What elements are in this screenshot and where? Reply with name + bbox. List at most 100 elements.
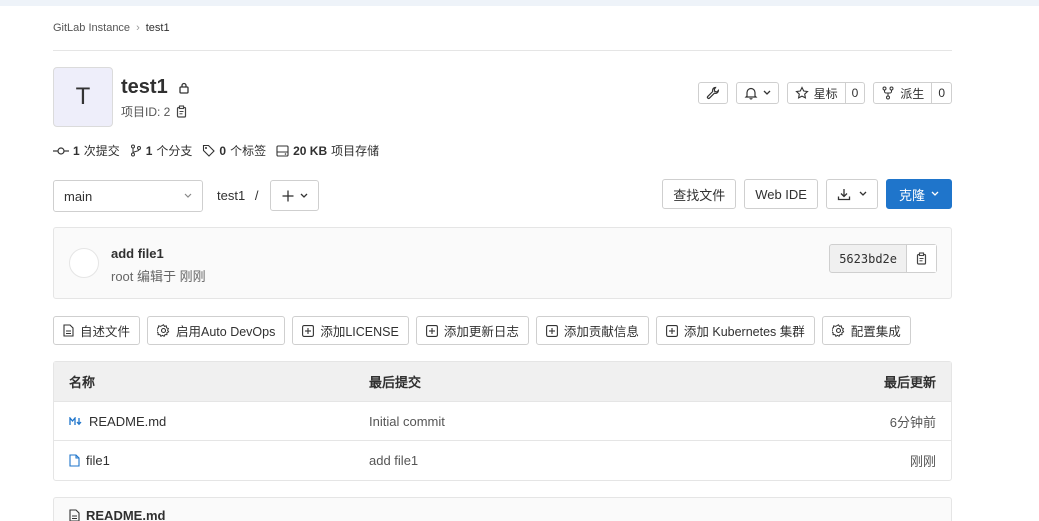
add-license-button[interactable]: 添加LICENSE	[292, 316, 409, 345]
clone-label: 克隆	[898, 187, 925, 203]
commit-sha[interactable]: 5623bd2e	[830, 245, 906, 272]
tags-count: 0	[219, 143, 227, 158]
quick-action-label: 添加 Kubernetes 集群	[683, 325, 805, 339]
header-name: 名称	[69, 375, 96, 390]
gear-icon	[157, 324, 170, 337]
web-ide-button[interactable]: Web IDE	[744, 179, 818, 209]
row-commit-message[interactable]: Initial commit	[354, 414, 754, 429]
commits-stat[interactable]: 1 次提交	[53, 142, 120, 159]
download-button[interactable]	[825, 179, 878, 209]
markdown-icon	[69, 416, 83, 426]
header-buttons: 星标 0 派生 0	[697, 82, 952, 104]
quick-action-label: 启用Auto DevOps	[176, 325, 276, 339]
add-menu-button[interactable]	[270, 180, 319, 211]
breadcrumb: GitLab Instance › test1	[53, 22, 170, 34]
chevron-down-icon	[859, 191, 867, 197]
settings-button[interactable]	[697, 82, 728, 104]
file-table: 名称 最后提交 最后更新 README.md Initial commit 6分…	[53, 361, 952, 481]
breadcrumb-current[interactable]: test1	[146, 22, 170, 34]
path-root[interactable]: test1	[217, 188, 245, 203]
divider	[53, 50, 952, 51]
storage-size: 20 KB	[293, 143, 328, 158]
project-id: 项目ID: 2	[121, 103, 188, 120]
quick-action-label: 添加贡献信息	[563, 325, 639, 339]
quick-action-label: 添加LICENSE	[320, 325, 399, 339]
breadcrumb-root[interactable]: GitLab Instance	[53, 22, 130, 34]
repo-toolbar: main test1 / 查找文件 Web IDE 克隆	[53, 179, 952, 212]
chevron-down-icon	[931, 191, 939, 197]
storage-stat[interactable]: 20 KB 项目存储	[276, 142, 379, 159]
disk-icon	[276, 144, 289, 157]
add-changelog-button[interactable]: 添加更新日志	[415, 316, 529, 345]
repo-path: test1 /	[217, 188, 258, 203]
commits-count: 1	[73, 143, 80, 158]
file-icon	[69, 454, 80, 467]
configure-integrations-button[interactable]: 配置集成	[821, 316, 911, 345]
commit-sha-group: 5623bd2e	[829, 244, 937, 273]
gear-icon	[831, 324, 845, 337]
branch-selector[interactable]: main	[53, 180, 203, 212]
star-label: 星标	[813, 86, 838, 101]
top-bar	[0, 0, 1039, 6]
star-button[interactable]: 星标 0	[786, 82, 866, 104]
plus-icon	[282, 190, 294, 202]
project-id-label: 项目ID: 2	[121, 105, 171, 119]
quick-actions: 自述文件 启用Auto DevOps 添加LICENSE 添加更新日志 添加贡献…	[53, 316, 911, 345]
last-commit-panel: add file1 root 编辑于 刚刚 5623bd2e	[53, 227, 952, 299]
branch-icon	[130, 144, 142, 157]
table-row: file1 add file1 刚刚	[54, 441, 951, 480]
copy-icon[interactable]	[176, 105, 188, 118]
readme-panel: README.md	[53, 497, 952, 521]
fork-label: 派生	[900, 86, 925, 101]
clone-button[interactable]: 克隆	[885, 179, 952, 209]
readme-title-text: README.md	[86, 508, 166, 521]
project-name: test1	[121, 76, 168, 98]
branches-stat[interactable]: 1 个分支	[130, 142, 193, 159]
readme-title: README.md	[69, 508, 165, 521]
fork-icon	[881, 86, 895, 100]
file-name-link[interactable]: README.md	[89, 414, 166, 429]
wrench-icon	[706, 86, 720, 100]
star-icon	[794, 86, 809, 100]
add-readme-button[interactable]: 自述文件	[53, 316, 141, 345]
fork-button[interactable]: 派生 0	[873, 82, 952, 104]
notification-button[interactable]	[735, 82, 779, 104]
quick-action-label: 配置集成	[850, 325, 901, 339]
branch-name: main	[64, 188, 93, 204]
plus-square-icon	[302, 324, 315, 337]
commit-icon	[53, 146, 69, 156]
fork-count[interactable]: 0	[931, 83, 951, 103]
path-separator: /	[254, 188, 259, 203]
plus-square-icon	[665, 324, 678, 337]
plus-square-icon	[545, 324, 558, 337]
chevron-down-icon	[184, 193, 192, 199]
commit-message[interactable]: add file1	[111, 246, 164, 261]
project-stats: 1 次提交 1 个分支 0 个标签 20 KB 项目存储	[53, 142, 379, 159]
project-title: test1	[121, 76, 190, 99]
add-contributing-button[interactable]: 添加贡献信息	[535, 316, 649, 345]
enable-auto-devops-button[interactable]: 启用Auto DevOps	[147, 316, 286, 345]
table-row: README.md Initial commit 6分钟前	[54, 402, 951, 441]
commit-author-avatar[interactable]	[69, 248, 99, 278]
star-count[interactable]: 0	[844, 83, 865, 103]
copy-sha-button[interactable]	[906, 245, 936, 272]
header-last-commit: 最后提交	[369, 375, 422, 390]
plus-square-icon	[425, 324, 438, 337]
quick-action-label: 自述文件	[80, 325, 131, 339]
storage-label: 项目存储	[331, 144, 380, 158]
branches-label: 个分支	[156, 144, 193, 158]
file-icon	[63, 324, 74, 337]
commit-meta: root 编辑于 刚刚	[111, 269, 206, 284]
row-commit-message[interactable]: add file1	[354, 453, 754, 468]
chevron-down-icon	[300, 193, 308, 199]
add-kubernetes-button[interactable]: 添加 Kubernetes 集群	[655, 316, 815, 345]
row-updated: 刚刚	[909, 454, 936, 469]
copy-icon	[916, 252, 928, 265]
find-file-button[interactable]: 查找文件	[662, 179, 737, 209]
file-name-link[interactable]: file1	[86, 453, 110, 468]
toolbar-actions: 查找文件 Web IDE 克隆	[662, 179, 952, 209]
file-icon	[69, 509, 80, 521]
branches-count: 1	[145, 143, 153, 158]
lock-icon	[178, 82, 190, 94]
tags-stat[interactable]: 0 个标签	[202, 142, 266, 159]
